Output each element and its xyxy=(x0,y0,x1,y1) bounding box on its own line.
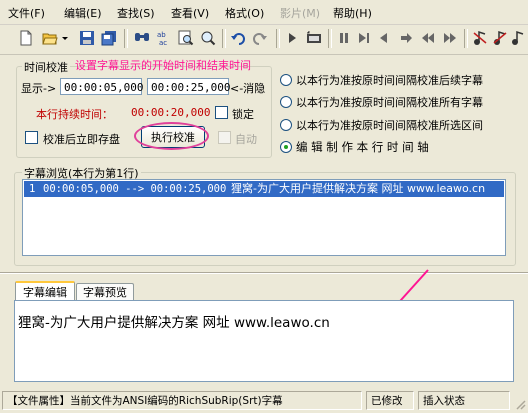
radio-subsequent[interactable] xyxy=(280,74,292,86)
status-bar: 【文件属性】当前文件为ANSI编码的RichSubRip(Srt)字幕 已修改 … xyxy=(0,389,528,413)
status-modified: 已修改 xyxy=(366,391,414,410)
hide-label: <-消隐 xyxy=(230,82,266,95)
film-icon[interactable] xyxy=(304,28,324,48)
lock-checkbox[interactable] xyxy=(215,106,228,119)
dropdown-icon[interactable] xyxy=(60,28,70,48)
music-icon-1[interactable] xyxy=(470,28,490,48)
step-icon[interactable] xyxy=(354,28,374,48)
row-text: 狸窝-为广大用户提供解决方案 网址 www.leawo.cn xyxy=(231,182,486,195)
subtitle-list[interactable]: 1 00:00:05,000 --> 00:00:25,000 狸窝-为广大用户… xyxy=(22,179,506,256)
timing-legend: 时间校准 xyxy=(22,59,70,75)
menu-bar: 文件(F) 编辑(E) 查找(S) 查看(V) 格式(O) 影片(M) 帮助(H… xyxy=(0,0,528,25)
svg-text:ab: ab xyxy=(157,31,166,39)
play-icon[interactable] xyxy=(282,28,302,48)
redo-icon[interactable] xyxy=(250,28,270,48)
menu-file[interactable]: 文件(F) xyxy=(8,5,45,21)
menu-format[interactable]: 格式(O) xyxy=(225,5,264,21)
tab-subtitle-preview[interactable]: 字幕预览 xyxy=(76,283,134,300)
lock-label: 锁定 xyxy=(232,108,254,121)
highlight-ellipse xyxy=(134,122,209,150)
radio-all-label: 以本行为准按原时间间隔校准所有字幕 xyxy=(296,96,483,109)
undo-icon[interactable] xyxy=(228,28,248,48)
radio-edit-timeline-label: 编 辑 制 作 本 行 时 间 轴 xyxy=(296,140,429,154)
save-after-checkbox[interactable] xyxy=(25,131,38,144)
toolbar: ab ac xyxy=(0,24,528,55)
music-icon-2[interactable] xyxy=(490,28,510,48)
menu-find[interactable]: 查找(S) xyxy=(117,5,155,21)
next-icon[interactable] xyxy=(396,28,416,48)
replace-icon[interactable]: ab ac xyxy=(154,28,174,48)
search-icon[interactable] xyxy=(176,28,196,48)
forward-icon[interactable] xyxy=(440,28,460,48)
row-index: 1 xyxy=(29,183,36,195)
duration-value: 00:00:20,000 xyxy=(131,106,211,119)
tab-subtitle-edit[interactable]: 字幕编辑 xyxy=(15,281,75,300)
editor-textarea[interactable]: 狸窝-为广大用户提供解决方案 网址 www.leawo.cn xyxy=(14,300,514,382)
resize-grip-icon[interactable] xyxy=(514,398,526,410)
status-insert-mode: 插入状态 xyxy=(418,391,510,410)
radio-subsequent-label: 以本行为准按原时间间隔校准后续字幕 xyxy=(296,74,483,87)
save-all-icon[interactable] xyxy=(99,28,119,48)
save-after-label: 校准后立即存盘 xyxy=(43,133,120,146)
new-icon[interactable] xyxy=(16,28,36,48)
music-icon-3[interactable] xyxy=(508,28,528,48)
row-time: 00:00:05,000 --> 00:00:25,000 xyxy=(43,183,227,195)
find-icon[interactable] xyxy=(132,28,152,48)
display-label: 显示-> xyxy=(21,82,57,95)
pause-icon[interactable] xyxy=(334,28,354,48)
radio-selection[interactable] xyxy=(280,119,292,131)
menu-edit[interactable]: 编辑(E) xyxy=(64,5,102,21)
auto-checkbox[interactable] xyxy=(218,131,231,144)
duration-label: 本行持续时间： xyxy=(36,108,113,121)
rewind-icon[interactable] xyxy=(418,28,438,48)
radio-edit-timeline[interactable] xyxy=(280,141,292,153)
radio-selection-label: 以本行为准按原时间间隔校准所选区间 xyxy=(296,119,483,132)
splitter[interactable] xyxy=(0,272,528,274)
preview-icon[interactable] xyxy=(198,28,218,48)
save-icon[interactable] xyxy=(77,28,97,48)
end-time-input[interactable]: 00:00:25,000 xyxy=(147,78,230,95)
start-time-input[interactable]: 00:00:05,000 xyxy=(60,78,143,95)
radio-all[interactable] xyxy=(280,96,292,108)
table-row[interactable]: 1 00:00:05,000 --> 00:00:25,000 狸窝-为广大用户… xyxy=(24,181,504,197)
timing-annotation: 设置字幕显示的开始时间和结束时间 xyxy=(75,59,251,72)
prev-icon[interactable] xyxy=(374,28,394,48)
menu-help[interactable]: 帮助(H) xyxy=(333,5,372,21)
auto-label: 自动 xyxy=(235,133,257,146)
menu-view[interactable]: 查看(V) xyxy=(171,5,209,21)
status-file-info: 【文件属性】当前文件为ANSI编码的RichSubRip(Srt)字幕 xyxy=(2,391,362,410)
open-icon[interactable] xyxy=(40,28,60,48)
svg-text:ac: ac xyxy=(159,39,167,46)
menu-movie[interactable]: 影片(M) xyxy=(280,5,320,21)
